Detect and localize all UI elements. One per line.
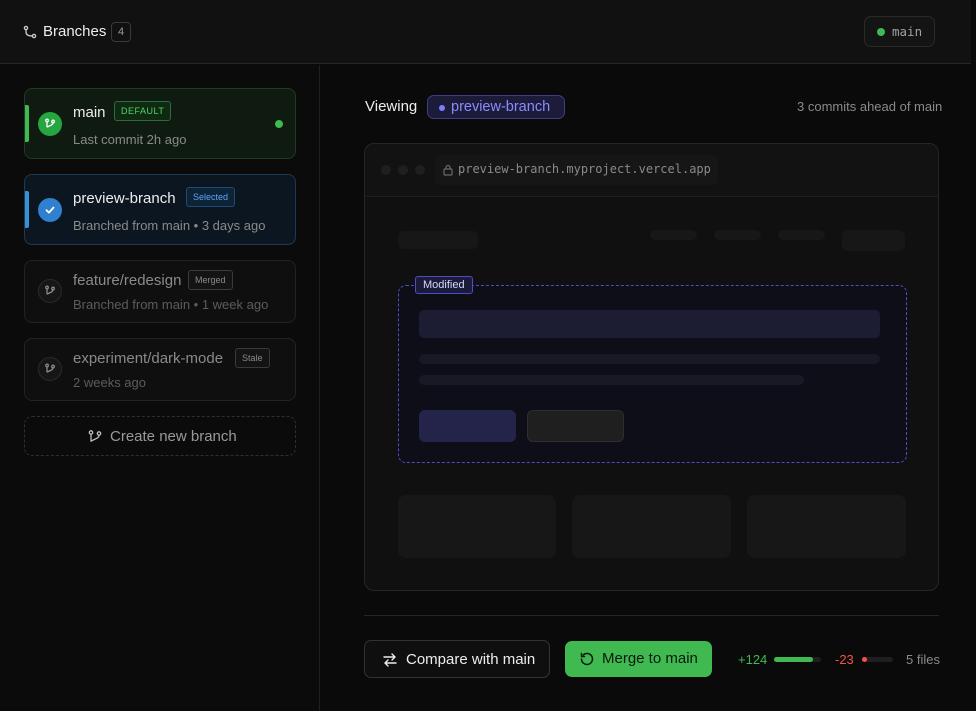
page-title: Branches [43,23,107,40]
placeholder-card [572,495,731,558]
placeholder-nav [714,230,761,240]
preview-browser-window: preview-branch.myproject.vercel.app Modi… [364,143,939,591]
merged-badge: Merged [188,270,233,290]
branch-sidebar: main DEFAULT Last commit 2h ago preview-… [0,65,320,711]
placeholder-primary-button [419,410,516,442]
swap-arrows-icon [383,653,397,667]
branch-dot [439,105,445,111]
status-dot [877,28,885,36]
placeholder-card [747,495,906,558]
current-branch-indicator[interactable]: main [864,16,935,47]
additions-bar-fill [774,657,814,662]
deletions-bar-fill [862,657,867,662]
branch-card-feature-redesign[interactable]: feature/redesign Merged Branched from ma… [24,260,296,323]
compare-label: Compare with main [406,651,536,668]
placeholder-text-line [419,354,880,364]
divider [364,615,939,616]
additions-bar [774,657,821,662]
branch-subtitle: 2 weeks ago [73,375,146,390]
viewing-branch-pill: preview-branch [427,95,565,119]
url-text: preview-branch.myproject.vercel.app [458,162,711,176]
merge-label: Merge to main [602,650,698,667]
placeholder-button [842,230,905,251]
commits-ahead-text: 3 commits ahead of main [797,99,943,114]
deletions-count: -23 [835,652,854,667]
create-branch-button[interactable]: Create new branch [24,416,296,456]
branch-card-preview-branch[interactable]: preview-branch Selected Branched from ma… [24,174,296,245]
active-indicator [25,105,29,142]
git-branch-icon [23,25,37,39]
files-changed-count: 5 files [906,652,940,667]
compare-button[interactable]: Compare with main [364,640,550,678]
placeholder-card [398,495,556,558]
placeholder-secondary-button [527,410,624,442]
branch-subtitle: Branched from main • 3 days ago [73,218,266,233]
placeholder-logo [398,231,478,249]
additions-count: +124 [738,652,768,667]
current-branch-label: main [892,24,923,39]
selected-indicator [25,191,29,228]
stale-badge: Stale [235,348,270,368]
placeholder-heading [419,310,880,338]
url-bar[interactable]: preview-branch.myproject.vercel.app [435,155,718,185]
viewing-branch-name: preview-branch [451,99,551,115]
browser-toolbar: preview-branch.myproject.vercel.app [365,144,938,197]
create-branch-label: Create new branch [110,428,237,445]
branch-subtitle: Branched from main • 1 week ago [73,297,269,312]
selected-badge: Selected [186,187,236,207]
placeholder-nav [650,230,697,240]
window-dot [381,165,391,175]
branch-card-main[interactable]: main DEFAULT Last commit 2h ago [24,88,296,159]
git-branch-icon [38,357,62,381]
refresh-icon [580,652,594,666]
window-dot [398,165,408,175]
placeholder-text-line [419,375,804,385]
branch-name: experiment/dark-mode [73,350,224,367]
live-status-dot [275,120,283,128]
branch-name: main [73,104,106,121]
git-branch-icon [38,112,62,136]
top-header: Branches 4 main [0,0,971,64]
default-badge: DEFAULT [114,101,172,121]
deletions-bar [862,657,893,662]
modified-region: Modified [398,276,907,463]
merge-button[interactable]: Merge to main [565,641,712,677]
branch-subtitle: Last commit 2h ago [73,132,187,147]
viewing-label: Viewing [365,98,418,115]
branch-count-badge: 4 [111,22,131,42]
window-dot [415,165,425,175]
branch-card-experiment-dark-mode[interactable]: experiment/dark-mode Stale 2 weeks ago [24,338,296,401]
branch-name: preview-branch [73,190,176,207]
git-branch-icon [88,430,102,442]
placeholder-nav [778,230,825,240]
modified-tag: Modified [415,276,473,294]
git-branch-icon [38,279,62,303]
lock-icon [443,164,453,176]
check-icon [38,198,62,222]
branch-name: feature/redesign [73,272,182,289]
